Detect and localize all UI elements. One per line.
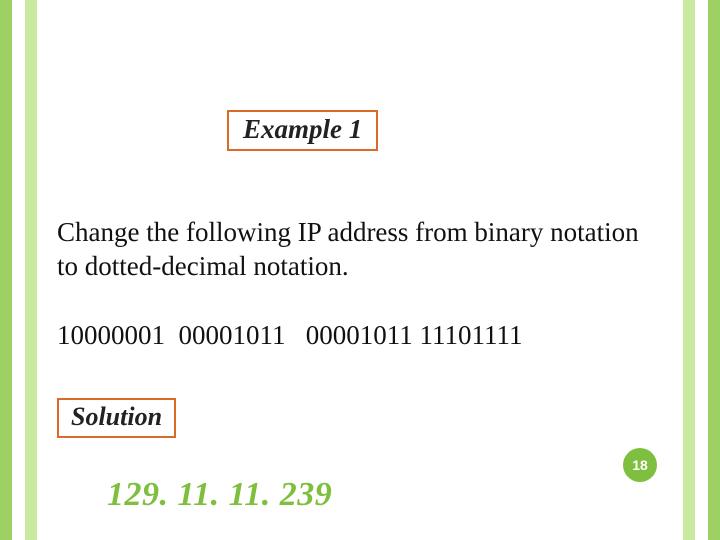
stripe-outer-left <box>0 0 12 540</box>
solution-title: Solution <box>71 402 162 431</box>
binary-ip: 10000001 00001011 00001011 11101111 <box>57 320 665 351</box>
solution-answer: 129. 11. 11. 239 <box>107 476 332 514</box>
slide-content: Example 1 Change the following IP addres… <box>55 0 665 540</box>
example-title-box: Example 1 <box>227 110 378 151</box>
stripe-outer-right <box>708 0 720 540</box>
example-title: Example 1 <box>243 114 362 144</box>
problem-statement: Change the following IP address from bin… <box>57 216 665 284</box>
page-number: 18 <box>632 457 648 473</box>
solution-title-box: Solution <box>57 398 176 438</box>
stripe-inner-left <box>25 0 37 540</box>
stripe-inner-right <box>683 0 695 540</box>
page-number-badge: 18 <box>623 448 657 482</box>
